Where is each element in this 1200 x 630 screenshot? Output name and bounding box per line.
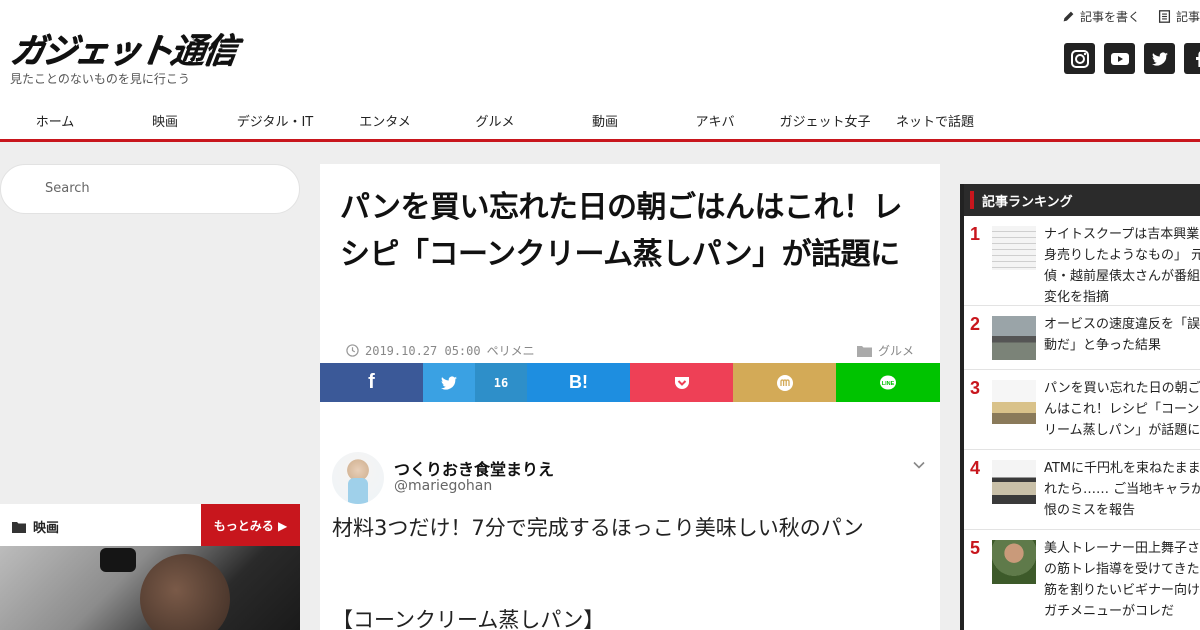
ranking-item-5[interactable]: 5 美人トレーナー田上舞子さんの筋トレ指導を受けてきた 腹筋を割りたいビギナー向… [964,530,1200,630]
twitter-icon [441,375,457,390]
ranking-header: 記事ランキング [964,184,1200,216]
tweet-author-handle[interactable]: @mariegohan [394,478,492,494]
search-placeholder: Search [45,181,90,196]
site-logo[interactable]: ガジェット通信 [9,24,240,73]
ranking-number: 5 [970,538,981,558]
article-list-label: 記事 [1175,10,1200,24]
tweet-author-name[interactable]: つくりおき食堂まりえ [394,456,554,480]
line-share-button[interactable]: LINE [836,363,940,402]
ranking-number: 4 [970,458,981,478]
ranking-item-4[interactable]: 4 ATMに千円札を束ねたまま入れたら…… ご当地キャラが痛恨のミスを報告 [964,450,1200,530]
nav-digital-it[interactable]: デジタル・IT [220,105,330,141]
facebook-button[interactable] [1184,43,1200,74]
main-nav: ホーム 映画 デジタル・IT エンタメ グルメ 動画 アキバ ガジェット女子 ネ… [0,105,990,141]
top-links: 記事を書く 記事 [1062,8,1200,25]
document-icon [1158,10,1171,23]
instagram-button[interactable] [1064,43,1095,74]
social-links [1064,43,1200,74]
embedded-tweet-header: つくりおき食堂まりえ @mariegohan [332,452,928,508]
nav-gourmet[interactable]: グルメ [440,105,550,141]
mixi-icon [776,374,793,391]
ranking-item-title[interactable]: オービスの速度違反を「誤作動だ」と争った結果 [1044,314,1200,356]
article-title: パンを買い忘れた日の朝ごはんはこれ！レシピ「コーンクリーム蒸しパン」が話題に [340,190,903,272]
twitter-share-button[interactable] [423,363,475,402]
youtube-button[interactable] [1104,43,1135,74]
movie-section-header: 映画 もっとみる ▶ [0,504,300,546]
share-bar: f 16 B! LINE [320,363,940,402]
article: パンを買い忘れた日の朝ごはんはこれ！レシピ「コーンクリーム蒸しパン」が話題に 2… [320,164,940,630]
nav-video[interactable]: 動画 [550,105,660,141]
ranking-item-title[interactable]: パンを買い忘れた日の朝ごはんはこれ！レシピ「コーンクリーム蒸しパン」が話題に [1044,378,1200,441]
ranking-number: 1 [970,224,981,244]
avatar[interactable] [332,452,384,504]
chevron-down-icon[interactable] [912,458,926,472]
clock-icon [346,344,359,357]
ranking-item-title[interactable]: ナイトスクープは吉本興業に身売りしたようなもの」 元探偵・越前屋俵太さんが番組の… [1044,224,1200,308]
site-tagline: 見たことのないものを見に行こう [10,72,190,86]
instagram-icon [1070,49,1089,68]
nav-entame[interactable]: エンタメ [330,105,440,141]
tweet-text-line2: 【コーンクリーム蒸しパン】 [332,608,605,630]
article-date: 2019.10.27 05:00 [365,343,481,358]
tweet-text: 材料3つだけ！7分で完成するほっこり美味しい秋のパン [332,516,864,540]
hatena-bookmark-button[interactable]: B! [527,363,630,402]
ranking-thumbnail[interactable] [992,540,1036,584]
nav-gadget-girls[interactable]: ガジェット女子 [770,105,880,141]
mixi-share-button[interactable] [733,363,836,402]
ranking-widget: 記事ランキング 1 ナイトスクープは吉本興業に身売りしたようなもの」 元探偵・越… [960,184,1200,630]
pencil-icon [1063,11,1074,22]
ranking-item-title[interactable]: 美人トレーナー田上舞子さんの筋トレ指導を受けてきた 腹筋を割りたいビギナー向けの… [1044,538,1200,622]
svg-text:LINE: LINE [882,381,895,387]
article-category-label: グルメ [877,344,914,358]
article-author[interactable]: ペリメニ [487,342,535,359]
nav-movie[interactable]: 映画 [110,105,220,141]
ranking-accent-bar [970,191,974,209]
nav-net-topics[interactable]: ネットで話題 [880,105,990,141]
search-input[interactable]: Search [0,164,300,214]
ranking-number: 3 [970,378,981,398]
pocket-share-button[interactable] [630,363,733,402]
twitter-button[interactable] [1144,43,1175,74]
article-list-link[interactable]: 記事 [1158,8,1200,25]
twitter-share-count[interactable]: 16 [475,363,527,402]
ranking-thumbnail[interactable] [992,380,1036,424]
movie-section: 映画 もっとみる ▶ [0,504,300,630]
ranking-thumbnail[interactable] [992,460,1036,504]
movie-more-button[interactable]: もっとみる ▶ [201,504,300,546]
nav-home[interactable]: ホーム [0,105,110,141]
pocket-icon [674,376,689,389]
movie-section-title: 映画 [12,517,59,536]
article-category[interactable]: グルメ [856,342,914,359]
ranking-number: 2 [970,314,981,334]
folder-icon [12,521,26,533]
nav-akiba[interactable]: アキバ [660,105,770,141]
write-article-link[interactable]: 記事を書く [1062,8,1140,25]
write-article-label: 記事を書く [1079,10,1140,24]
youtube-icon [1110,52,1129,65]
site-header: ガジェット通信 見たことのないものを見に行こう 記事を書く 記事 ホーム 映画 … [0,0,1200,142]
movie-section-label: 映画 [33,521,60,536]
movie-thumbnail[interactable] [0,546,300,630]
facebook-icon [1195,50,1200,67]
folder-icon [856,345,872,357]
twitter-icon [1151,51,1168,66]
ranking-item-3[interactable]: 3 パンを買い忘れた日の朝ごはんはこれ！レシピ「コーンクリーム蒸しパン」が話題に [964,370,1200,450]
ranking-item-title[interactable]: ATMに千円札を束ねたまま入れたら…… ご当地キャラが痛恨のミスを報告 [1044,458,1200,521]
line-icon: LINE [880,375,896,389]
ranking-item-1[interactable]: 1 ナイトスクープは吉本興業に身売りしたようなもの」 元探偵・越前屋俵太さんが番… [964,216,1200,306]
article-meta: 2019.10.27 05:00 ペリメニ [346,342,535,359]
ranking-item-2[interactable]: 2 オービスの速度違反を「誤作動だ」と争った結果 [964,306,1200,370]
ranking-thumbnail[interactable] [992,226,1036,270]
ranking-thumbnail[interactable] [992,316,1036,360]
ranking-title: 記事ランキング [982,194,1073,210]
facebook-share-button[interactable]: f [320,363,423,402]
